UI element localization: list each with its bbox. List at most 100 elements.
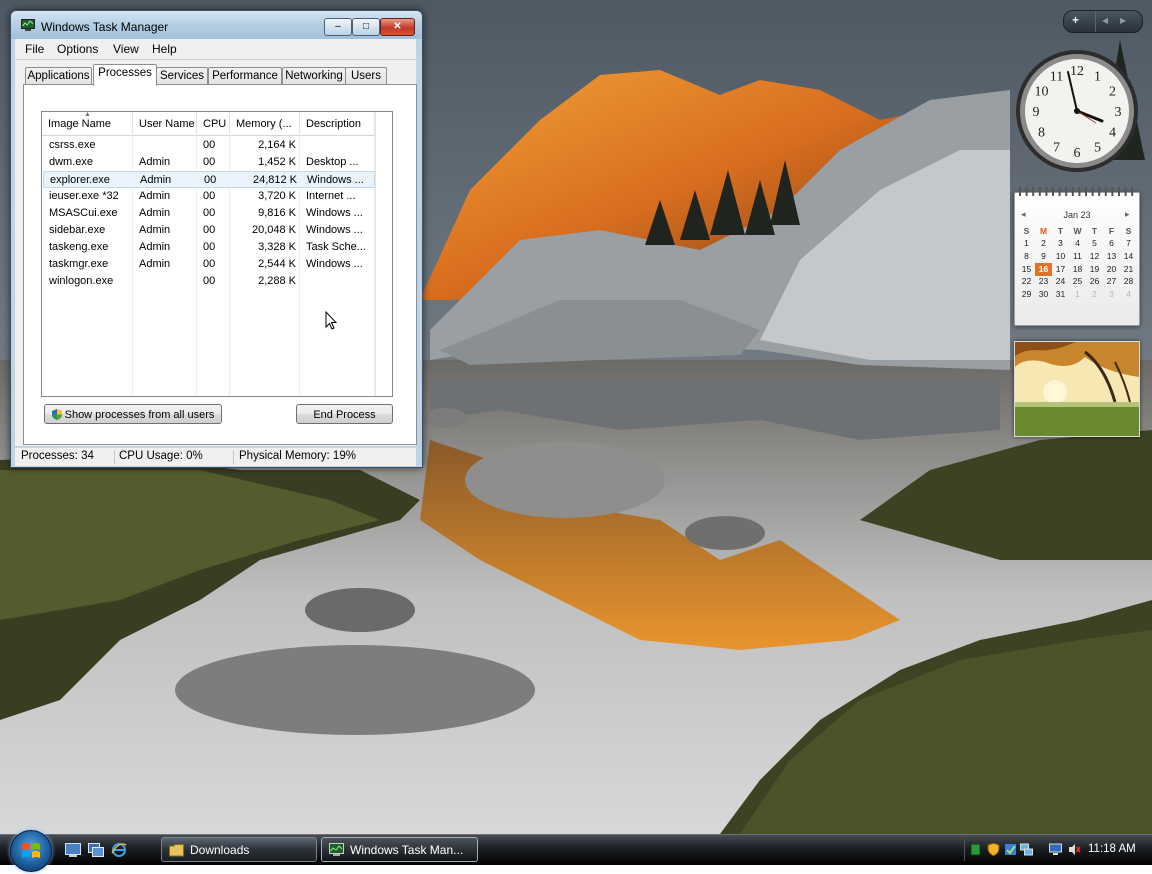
table-row[interactable]: winlogon.exe 00 2,288 K [43,273,375,290]
calendar-day[interactable]: 4 [1120,288,1137,301]
title-bar[interactable]: Windows Task Manager – □ ✕ [11,11,422,39]
column-user-name[interactable]: User Name [133,112,197,135]
calendar-day[interactable]: 3 [1103,288,1120,301]
taskbar-button-task-manager[interactable]: Windows Task Man... [321,837,478,862]
calendar-day[interactable]: 2 [1086,288,1103,301]
show-desktop-icon[interactable] [65,843,81,857]
calendar-day[interactable]: 11 [1069,250,1086,263]
calendar-day[interactable]: 20 [1103,263,1120,276]
internet-explorer-icon[interactable] [111,843,127,857]
calendar-day[interactable]: 23 [1035,275,1052,288]
column-image-name[interactable]: ▲ Image Name [42,112,133,135]
calendar-day[interactable]: 5 [1086,237,1103,250]
table-row[interactable]: dwm.exe Admin 00 1,452 K Desktop ... [43,154,375,171]
cell-cpu: 00 [203,275,216,287]
clock-number: 2 [1109,85,1116,100]
calendar-day[interactable]: 18 [1069,263,1086,276]
tab-users[interactable]: Users [345,67,387,85]
battery-icon[interactable] [969,843,982,856]
column-memory[interactable]: Memory (... [230,112,300,135]
tab-networking[interactable]: Networking [282,67,346,85]
calendar-day[interactable]: 6 [1103,237,1120,250]
cell-description: Windows ... [306,207,363,219]
taskbar-button-downloads[interactable]: Downloads [161,837,317,862]
calendar-day[interactable]: 26 [1086,275,1103,288]
table-row[interactable]: explorer.exe Admin 00 24,812 K Windows ... [43,171,375,188]
calendar-gadget[interactable]: ◂ Jan 23 ▸ S M T W T F S 1 2 3 4 5 6 7 8 9 10 11 12 13 14 15 1… [1014,187,1140,326]
calendar-day[interactable]: 10 [1052,250,1069,263]
show-all-processes-button[interactable]: Show processes from all users [44,404,222,424]
list-header: ▲ Image Name User Name CPU Memory (... D… [42,112,392,136]
calendar-day[interactable]: 12 [1086,250,1103,263]
taskbar-clock[interactable]: 11:18 AM [1088,843,1136,855]
previous-page-button[interactable]: ◂ [1102,13,1108,27]
menu-view[interactable]: View [113,42,139,56]
status-separator [114,450,115,464]
calendar-day[interactable]: 9 [1035,250,1052,263]
tab-performance[interactable]: Performance [208,67,282,85]
calendar-day[interactable]: 1 [1018,237,1035,250]
calendar-day[interactable]: 8 [1018,250,1035,263]
calendar-day[interactable]: 15 [1018,263,1035,276]
network-icon[interactable] [1020,843,1033,856]
menu-file[interactable]: File [25,42,44,56]
minimize-button[interactable]: – [324,18,352,36]
start-button[interactable] [10,830,52,872]
calendar-ring [1085,187,1087,196]
calendar-day[interactable]: 30 [1035,288,1052,301]
calendar-day[interactable]: 1 [1069,288,1086,301]
column-cpu[interactable]: CPU [197,112,230,135]
calendar-day[interactable]: 31 [1052,288,1069,301]
calendar-day[interactable]: 13 [1103,250,1120,263]
table-row[interactable]: ieuser.exe *32 Admin 00 3,720 K Internet ... [43,188,375,205]
windows-defender-icon[interactable] [1004,843,1017,856]
security-shield-icon[interactable] [987,843,1000,856]
calendar-day[interactable]: 16 [1035,262,1052,276]
calendar-ring [1065,187,1068,196]
calendar-day[interactable]: 2 [1035,237,1052,250]
maximize-button[interactable]: □ [352,18,380,36]
calendar-day[interactable]: 25 [1069,275,1086,288]
calendar-day[interactable]: 27 [1103,275,1120,288]
tab-processes[interactable]: Processes [93,64,157,86]
menu-help[interactable]: Help [152,42,177,56]
process-list[interactable]: ▲ Image Name User Name CPU Memory (... D… [41,111,393,397]
table-row[interactable]: sidebar.exe Admin 00 20,048 K Windows ... [43,222,375,239]
calendar-day[interactable]: 29 [1018,288,1035,301]
table-row[interactable]: taskmgr.exe Admin 00 2,544 K Windows ... [43,256,375,273]
calendar-day[interactable]: 17 [1052,263,1069,276]
close-button[interactable]: ✕ [380,18,415,36]
mouse-cursor-icon [325,311,337,330]
calendar-day[interactable]: 21 [1120,263,1137,276]
volume-muted-icon[interactable] [1068,843,1081,856]
calendar-ring [1124,187,1127,196]
cell-image: dwm.exe [49,156,94,168]
calendar-day[interactable]: 24 [1052,275,1069,288]
add-gadget-button[interactable]: + [1072,13,1079,27]
calendar-day[interactable]: 19 [1086,263,1103,276]
clock-number: 6 [1074,146,1081,161]
switch-windows-icon[interactable] [88,843,104,857]
calendar-day[interactable]: 7 [1120,237,1137,250]
calendar-day[interactable]: 3 [1052,237,1069,250]
tab-applications[interactable]: Applications [25,67,92,85]
column-description[interactable]: Description [300,112,375,135]
table-row[interactable]: csrss.exe 00 2,164 K [43,137,375,154]
menu-options[interactable]: Options [57,42,98,56]
calendar-day[interactable]: 28 [1120,275,1137,288]
end-process-button[interactable]: End Process [296,404,393,424]
display-icon[interactable] [1049,843,1062,856]
task-manager-icon [21,19,35,31]
vertical-scrollbar[interactable] [375,112,392,396]
slideshow-gadget[interactable] [1014,341,1140,437]
tab-services[interactable]: Services [156,67,208,85]
next-page-button[interactable]: ▸ [1120,13,1126,27]
calendar-day[interactable]: 22 [1018,275,1035,288]
calendar-day[interactable]: 4 [1069,237,1086,250]
cell-image: csrss.exe [49,139,96,151]
table-row[interactable]: MSASCui.exe Admin 00 9,816 K Windows ... [43,205,375,222]
table-row[interactable]: taskeng.exe Admin 00 3,328 K Task Sche... [43,239,375,256]
calendar-next-icon[interactable]: ▸ [1125,209,1130,220]
clock-gadget[interactable]: 12 12 3 45678 9 1011 [1014,48,1140,174]
calendar-day[interactable]: 14 [1120,250,1137,263]
